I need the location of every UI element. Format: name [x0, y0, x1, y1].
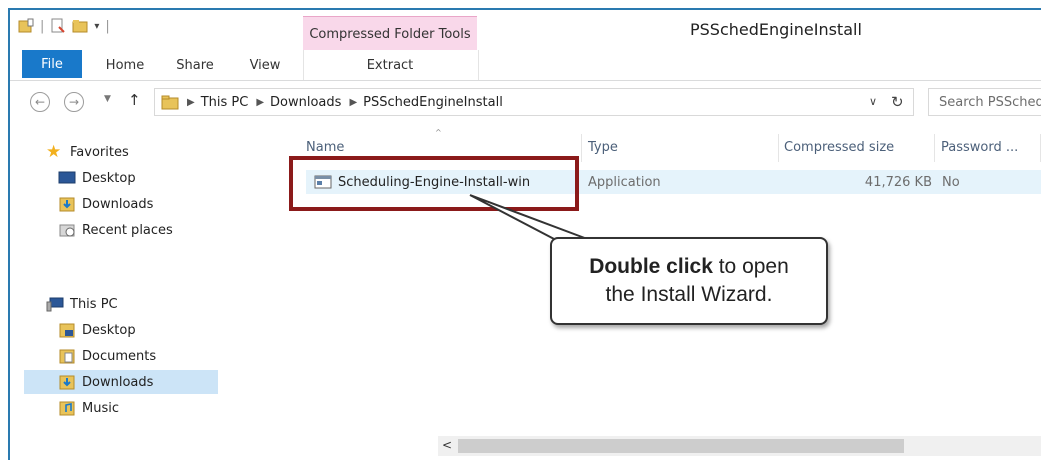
- callout-pointer: [469, 194, 591, 241]
- callout-text: to open: [712, 254, 789, 278]
- callout-line-2: the Install Wizard.: [605, 283, 773, 306]
- callout-bold-text: Double click: [589, 254, 713, 278]
- callout-box: Double click to open the Install Wizard.: [550, 237, 828, 325]
- callout-line-1: Double click to open: [589, 253, 789, 281]
